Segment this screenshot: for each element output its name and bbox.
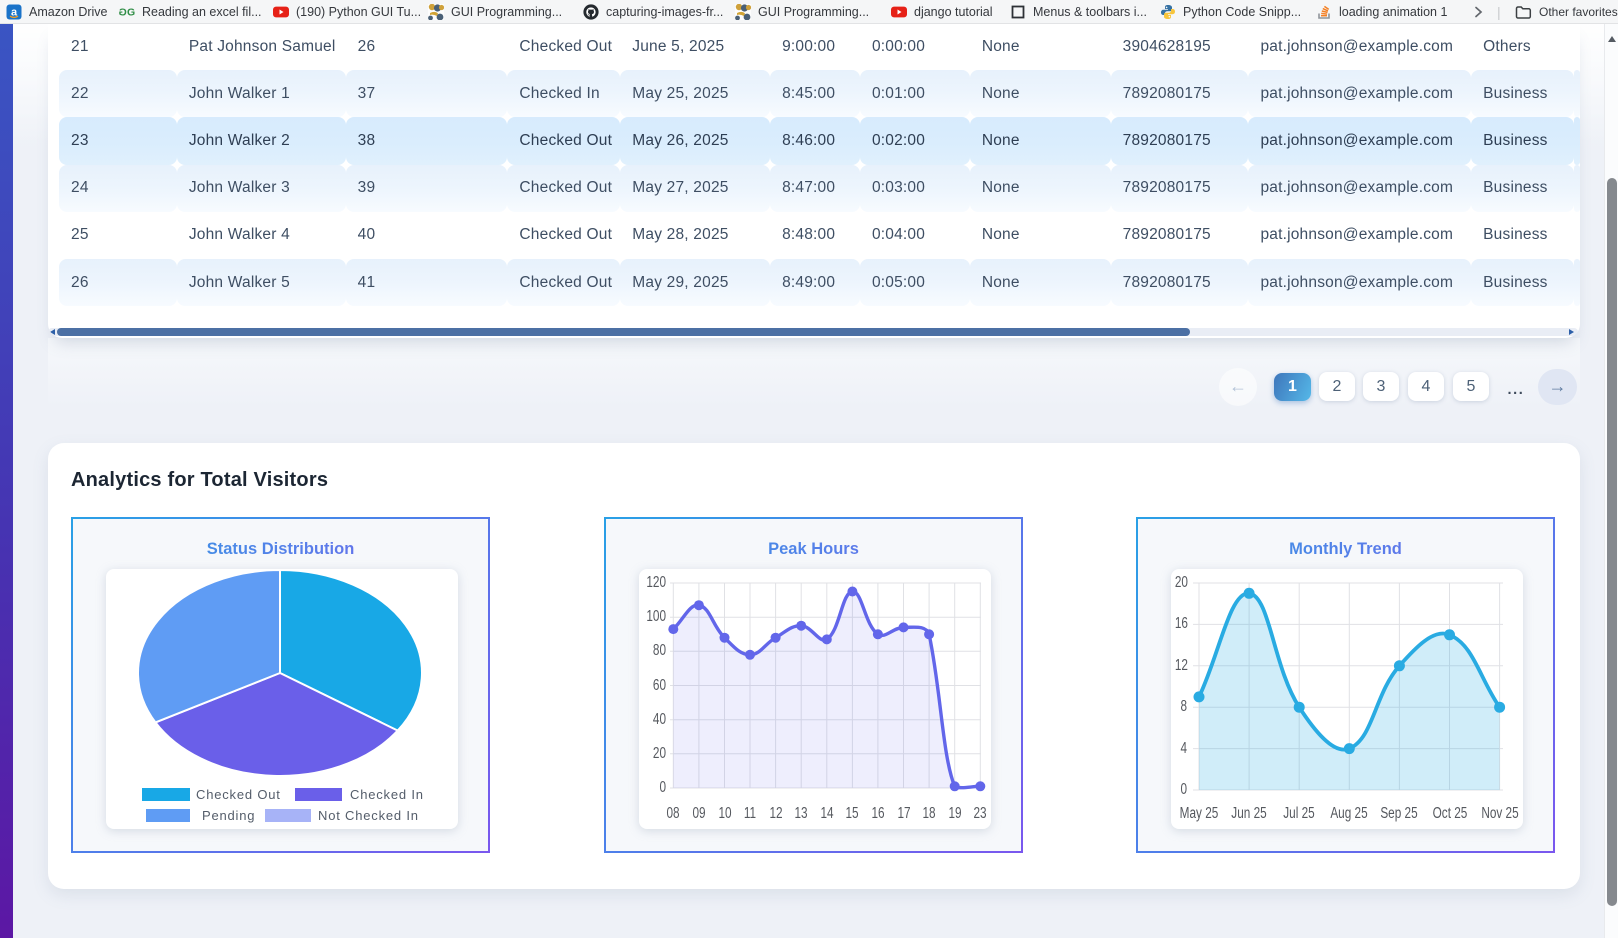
svg-text:G: G — [127, 6, 135, 18]
svg-text:G: G — [119, 6, 127, 18]
